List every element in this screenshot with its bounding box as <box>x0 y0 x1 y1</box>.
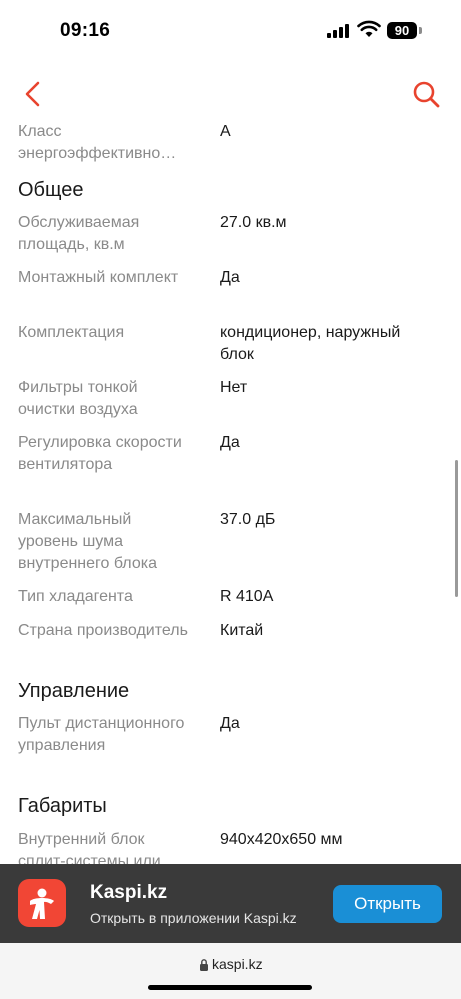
spec-value: 940x420x650 мм <box>220 831 343 848</box>
spec-value: Китай <box>220 622 264 639</box>
spec-label: Тип хладагента <box>18 588 133 605</box>
spec-label: Максимальный уровень шума внутреннего бл… <box>18 511 157 572</box>
spec-value: 27.0 кв.м <box>220 214 287 231</box>
browser-url-bar[interactable]: kaspi.kz <box>0 943 461 999</box>
section-title-general: Общее <box>18 179 84 201</box>
spec-content[interactable]: Класс энергоэффективно… A Общее Обслужив… <box>0 116 461 864</box>
spec-value: Да <box>220 715 240 732</box>
wifi-icon <box>357 20 381 37</box>
spec-value: R 410A <box>220 588 274 605</box>
cellular-signal-icon <box>327 24 351 38</box>
nav-bar <box>0 62 461 122</box>
url-text: kaspi.kz <box>212 956 263 972</box>
spec-label: Внутренний блок сплит-системы или <box>18 831 161 864</box>
app-banner: Kaspi.kz Открыть в приложении Kaspi.kz О… <box>0 864 461 943</box>
spec-label: Монтажный комплект <box>18 269 179 286</box>
kaspi-app-icon <box>18 879 66 927</box>
app-name: Kaspi.kz <box>90 882 168 903</box>
section-title-control: Управление <box>18 680 130 702</box>
spec-label: Обслуживаемая площадь, кв.м <box>18 214 140 253</box>
spec-label: Комплектация <box>18 324 125 341</box>
open-app-button[interactable]: Открыть <box>333 885 442 923</box>
spec-label: Фильтры тонкой очистки воздуха <box>18 379 138 418</box>
status-time: 09:16 <box>60 20 111 41</box>
spec-label: Страна производитель <box>18 622 188 639</box>
spec-value: Нет <box>220 379 248 396</box>
spec-value: Да <box>220 434 240 451</box>
section-title-dimensions: Габариты <box>18 795 107 817</box>
scrollbar[interactable] <box>455 460 458 597</box>
battery-icon: 90 <box>387 22 417 39</box>
spec-value: A <box>220 123 231 140</box>
spec-label: Класс энергоэффективно… <box>18 123 177 162</box>
lock-icon <box>200 959 208 971</box>
spec-value: кондиционер, наружный блок <box>220 324 401 363</box>
spec-value: 37.0 дБ <box>220 511 276 528</box>
home-indicator[interactable] <box>148 985 312 990</box>
spec-label: Пульт дистанционного управления <box>18 715 185 754</box>
battery-cap <box>419 27 422 34</box>
status-bar: 09:16 90 <box>0 0 461 62</box>
app-subtitle: Открыть в приложении Kaspi.kz <box>90 910 297 926</box>
search-icon[interactable] <box>410 78 442 110</box>
spec-label: Регулировка скорости вентилятора <box>18 434 182 473</box>
spec-value: Да <box>220 269 240 286</box>
chevron-left-icon[interactable] <box>18 78 50 110</box>
